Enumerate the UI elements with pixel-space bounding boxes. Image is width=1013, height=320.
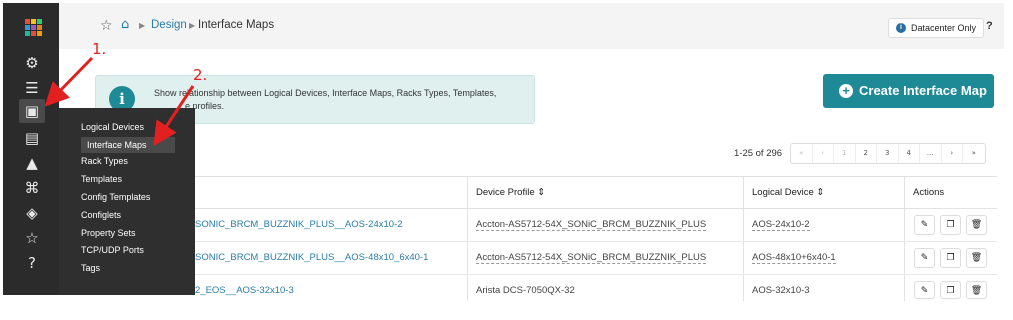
breadcrumb-design[interactable]: Design bbox=[151, 19, 187, 31]
datacenter-only-label: Datacenter Only bbox=[911, 23, 977, 33]
last-page-button[interactable]: » bbox=[963, 144, 985, 163]
interface-map-name-link[interactable]: SONIC_BRCM_BUZZNIK_PLUS__AOS-48x10_6x40-… bbox=[195, 252, 428, 263]
home-icon[interactable]: ⌂ bbox=[121, 17, 129, 32]
menu-item-configlets[interactable]: Configlets bbox=[81, 207, 121, 223]
logo-square bbox=[25, 25, 30, 30]
page-ellipsis: … bbox=[920, 144, 942, 163]
annotation-step-2: 2. bbox=[193, 66, 208, 84]
logical-device-text: AOS-32x10-3 bbox=[752, 285, 810, 296]
table-row: 2_EOS__AOS-32x10-3 Arista DCS-7050QX-32 … bbox=[195, 275, 997, 301]
pagination-range: 1-25 of 296 bbox=[734, 148, 783, 159]
help-button[interactable]: ? bbox=[986, 20, 993, 32]
app-logo-icon[interactable] bbox=[25, 19, 42, 36]
banner-line-1: Show relationship between Logical Device… bbox=[154, 88, 497, 98]
breadcrumb-separator-icon: ▶ bbox=[139, 21, 146, 30]
servers-icon[interactable]: ☰ bbox=[23, 79, 41, 97]
delete-icon[interactable]: 🗑 bbox=[966, 215, 987, 235]
help-circle-icon[interactable]: ? bbox=[23, 254, 41, 272]
clone-icon[interactable]: ❐ bbox=[940, 248, 961, 268]
logical-device-link[interactable]: AOS-24x10-2 bbox=[752, 219, 810, 231]
table-row: SONIC_BRCM_BUZZNIK_PLUS__AOS-24x10-2 Acc… bbox=[195, 209, 997, 242]
menu-item-config-templates[interactable]: Config Templates bbox=[81, 189, 150, 205]
breadcrumb-separator-icon: ▶ bbox=[189, 21, 196, 30]
edit-icon[interactable]: ✎ bbox=[914, 248, 935, 268]
design-icon[interactable]: ▣ bbox=[19, 99, 45, 123]
prev-page-button[interactable]: ‹ bbox=[813, 144, 834, 163]
breadcrumb-current: Interface Maps bbox=[198, 19, 275, 31]
network-icon[interactable]: ⌘ bbox=[23, 179, 41, 197]
table-header: Device Profile ⇕ Logical Device ⇕ Action… bbox=[195, 176, 997, 209]
menu-item-tags[interactable]: Tags bbox=[81, 260, 100, 276]
device-profile-link[interactable]: Accton-AS5712-54X_SONiC_BRCM_BUZZNIK_PLU… bbox=[476, 219, 707, 231]
favorite-star-icon[interactable]: ☆ bbox=[100, 18, 113, 34]
logo-square bbox=[25, 31, 30, 36]
devices-icon[interactable]: ⚙ bbox=[23, 54, 41, 72]
clone-icon[interactable]: ❐ bbox=[940, 281, 961, 299]
top-bar: ☆ ⌂ ▶ Design ▶ Interface Maps i Datacent… bbox=[59, 3, 1004, 49]
create-interface-map-button[interactable]: + Create Interface Map bbox=[823, 74, 994, 108]
logo-square bbox=[37, 19, 42, 24]
logo-square bbox=[31, 25, 36, 30]
device-profile-text: Arista DCS-7050QX-32 bbox=[476, 285, 575, 296]
blueprints-icon[interactable]: ▤ bbox=[23, 129, 41, 147]
create-button-label: Create Interface Map bbox=[859, 83, 987, 98]
banner-line-2: e profiles. bbox=[185, 101, 225, 111]
banner-text: Show relationship between Logical Device… bbox=[154, 87, 526, 113]
logo-square bbox=[31, 19, 36, 24]
plus-circle-icon: + bbox=[839, 84, 853, 98]
logo-square bbox=[37, 25, 42, 30]
header-logical-device[interactable]: Logical Device ⇕ bbox=[752, 187, 824, 198]
menu-item-logical-devices[interactable]: Logical Devices bbox=[81, 119, 144, 135]
datacenter-only-button[interactable]: i Datacenter Only bbox=[888, 18, 985, 38]
menu-item-tcp-udp-ports[interactable]: TCP/UDP Ports bbox=[81, 242, 144, 258]
page-4-button[interactable]: 4 bbox=[899, 144, 920, 163]
logo-square bbox=[31, 31, 36, 36]
annotation-step-1: 1. bbox=[92, 40, 107, 58]
table-row: SONIC_BRCM_BUZZNIK_PLUS__AOS-48x10_6x40-… bbox=[195, 242, 997, 275]
interface-map-name-link[interactable]: 2_EOS__AOS-32x10-3 bbox=[195, 285, 294, 296]
header-device-profile[interactable]: Device Profile ⇕ bbox=[476, 187, 545, 198]
menu-item-templates[interactable]: Templates bbox=[81, 171, 122, 187]
logo-square bbox=[25, 19, 30, 24]
header-actions: Actions bbox=[913, 187, 945, 198]
menu-item-rack-types[interactable]: Rack Types bbox=[81, 153, 128, 169]
delete-icon[interactable]: 🗑 bbox=[966, 248, 987, 268]
logical-device-link[interactable]: AOS-48x10+6x40-1 bbox=[752, 252, 836, 264]
page-1-button[interactable]: 1 bbox=[834, 144, 856, 163]
pagination: « ‹ 1 2 3 4 … › » bbox=[790, 143, 986, 164]
interface-map-name-link[interactable]: SONIC_BRCM_BUZZNIK_PLUS__AOS-24x10-2 bbox=[195, 219, 403, 230]
next-page-button[interactable]: › bbox=[942, 144, 963, 163]
left-nav-rail: ⚙ ☰ ▣ ▤ ▲ ⌘ ◈ ☆ ? bbox=[3, 3, 59, 295]
edit-icon[interactable]: ✎ bbox=[914, 215, 935, 235]
page-2-button[interactable]: 2 bbox=[856, 144, 877, 163]
first-page-button[interactable]: « bbox=[791, 144, 813, 163]
menu-item-interface-maps[interactable]: Interface Maps bbox=[81, 137, 175, 153]
app-window: ☆ ⌂ ▶ Design ▶ Interface Maps i Datacent… bbox=[0, 0, 1013, 320]
analytics-icon[interactable]: ▲ bbox=[23, 154, 41, 172]
favorites-icon[interactable]: ☆ bbox=[23, 229, 41, 247]
clone-icon[interactable]: ❐ bbox=[940, 215, 961, 235]
menu-item-property-sets[interactable]: Property Sets bbox=[81, 225, 136, 241]
layers-icon[interactable]: ◈ bbox=[23, 204, 41, 222]
delete-icon[interactable]: 🗑 bbox=[966, 281, 987, 299]
logo-square bbox=[37, 31, 42, 36]
edit-icon[interactable]: ✎ bbox=[914, 281, 935, 299]
page-3-button[interactable]: 3 bbox=[877, 144, 899, 163]
info-icon: i bbox=[896, 23, 906, 33]
design-flyout-menu: Logical Devices Interface Maps Rack Type… bbox=[59, 108, 195, 295]
device-profile-link[interactable]: Accton-AS5712-54X_SONiC_BRCM_BUZZNIK_PLU… bbox=[476, 252, 707, 264]
